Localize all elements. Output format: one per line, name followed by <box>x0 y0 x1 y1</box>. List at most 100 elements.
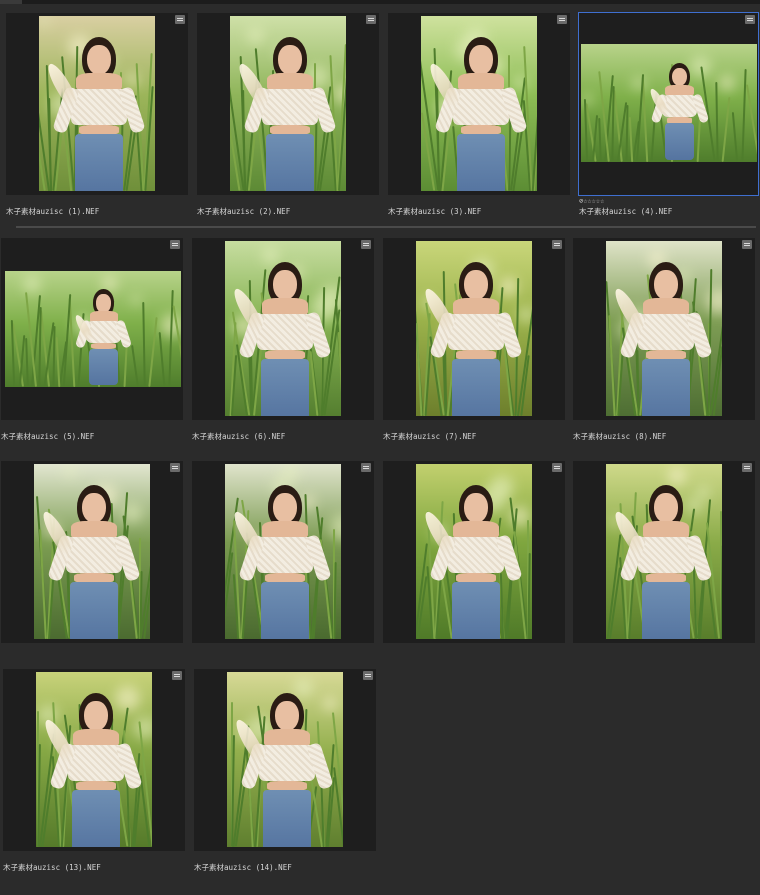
face <box>82 492 107 523</box>
face <box>654 492 679 523</box>
photo-image <box>416 464 532 639</box>
face <box>654 269 679 300</box>
thumbnail-cell[interactable] <box>383 461 565 643</box>
edit-settings-icon[interactable] <box>361 463 371 472</box>
jeans <box>452 581 501 639</box>
photo-image <box>225 241 341 416</box>
thumbnail-frame[interactable] <box>1 238 183 420</box>
face <box>464 492 489 523</box>
thumbnail-cell[interactable] <box>192 461 374 643</box>
person-figure <box>227 672 343 847</box>
thumbnail-frame[interactable] <box>192 461 374 643</box>
edit-settings-icon[interactable] <box>366 15 376 24</box>
filename-caption: 木子素材auzisc (4).NEF <box>579 207 673 216</box>
edit-settings-icon[interactable] <box>363 671 373 680</box>
photo-image <box>225 464 341 639</box>
jeans <box>266 133 315 191</box>
person-figure <box>606 464 722 639</box>
jeans <box>452 358 501 416</box>
thumbnail-frame[interactable] <box>6 13 188 195</box>
jeans <box>263 789 312 847</box>
photo-image <box>227 672 343 847</box>
thumbnail-cell[interactable] <box>3 669 185 851</box>
person-figure <box>421 16 537 191</box>
face <box>275 700 300 731</box>
edit-settings-icon[interactable] <box>557 15 567 24</box>
jeans <box>664 122 695 161</box>
person-figure <box>225 241 341 416</box>
face <box>469 44 494 75</box>
photo-image <box>421 16 537 191</box>
edit-settings-icon[interactable] <box>745 15 755 24</box>
face <box>87 44 112 75</box>
thumbnail-cell[interactable] <box>192 238 374 420</box>
thumbnail-grid: 木子素材auzisc (1).NEF 木子素材auzisc (2).NEF 木子素材… <box>0 0 760 895</box>
person-figure <box>606 241 722 416</box>
right-sleeve <box>115 319 133 349</box>
thumbnail-cell[interactable] <box>573 461 755 643</box>
filename-caption: 木子素材auzisc (3).NEF <box>388 207 482 216</box>
filename-caption: 木子素材auzisc (13).NEF <box>3 863 101 872</box>
thumbnail-frame[interactable] <box>578 12 759 196</box>
face <box>84 700 109 731</box>
face <box>273 269 298 300</box>
thumbnail-cell[interactable] <box>1 238 183 420</box>
photo-image <box>581 44 757 162</box>
edit-settings-icon[interactable] <box>170 463 180 472</box>
thumbnail-cell[interactable] <box>383 238 565 420</box>
thumbnail-frame[interactable] <box>388 13 570 195</box>
person-figure <box>34 464 150 639</box>
thumbnail-cell[interactable] <box>197 13 379 195</box>
thumbnail-frame[interactable] <box>573 461 755 643</box>
edit-settings-icon[interactable] <box>552 463 562 472</box>
thumbnail-frame[interactable] <box>383 461 565 643</box>
person-figure <box>581 44 757 162</box>
face <box>278 44 303 75</box>
photo-image <box>606 241 722 416</box>
thumbnail-frame[interactable] <box>194 669 376 851</box>
thumbnail-cell[interactable] <box>578 12 759 196</box>
jeans <box>642 581 691 639</box>
star-rating[interactable]: ⊘☆☆☆☆☆ <box>579 197 604 205</box>
thumbnail-frame[interactable] <box>3 669 185 851</box>
thumbnail-cell[interactable] <box>388 13 570 195</box>
edit-settings-icon[interactable] <box>170 240 180 249</box>
thumbnail-cell[interactable] <box>194 669 376 851</box>
person-figure <box>416 464 532 639</box>
edit-settings-icon[interactable] <box>361 240 371 249</box>
person-figure <box>230 16 346 191</box>
person-figure <box>225 464 341 639</box>
thumbnail-frame[interactable] <box>192 238 374 420</box>
jeans <box>642 358 691 416</box>
person-figure <box>5 271 181 387</box>
thumbnail-frame[interactable] <box>573 238 755 420</box>
jeans <box>261 358 310 416</box>
edit-settings-icon[interactable] <box>742 463 752 472</box>
row-divider <box>16 226 756 228</box>
filename-caption: 木子素材auzisc (1).NEF <box>6 207 100 216</box>
photo-image <box>36 672 152 847</box>
jeans <box>261 581 310 639</box>
thumbnail-frame[interactable] <box>1 461 183 643</box>
edit-settings-icon[interactable] <box>175 15 185 24</box>
thumbnail-cell[interactable] <box>1 461 183 643</box>
filename-caption: 木子素材auzisc (14).NEF <box>194 863 292 872</box>
jeans <box>75 133 124 191</box>
face <box>273 492 298 523</box>
edit-settings-icon[interactable] <box>552 240 562 249</box>
photo-image <box>606 464 722 639</box>
thumbnail-frame[interactable] <box>197 13 379 195</box>
photo-image <box>34 464 150 639</box>
photo-image <box>39 16 155 191</box>
jeans <box>88 348 119 386</box>
edit-settings-icon[interactable] <box>742 240 752 249</box>
face <box>96 294 111 313</box>
thumbnail-cell[interactable] <box>573 238 755 420</box>
filename-caption: 木子素材auzisc (7).NEF <box>383 432 477 441</box>
thumbnail-cell[interactable] <box>6 13 188 195</box>
filename-caption: 木子素材auzisc (8).NEF <box>573 432 667 441</box>
person-figure <box>416 241 532 416</box>
jeans <box>457 133 506 191</box>
thumbnail-frame[interactable] <box>383 238 565 420</box>
edit-settings-icon[interactable] <box>172 671 182 680</box>
